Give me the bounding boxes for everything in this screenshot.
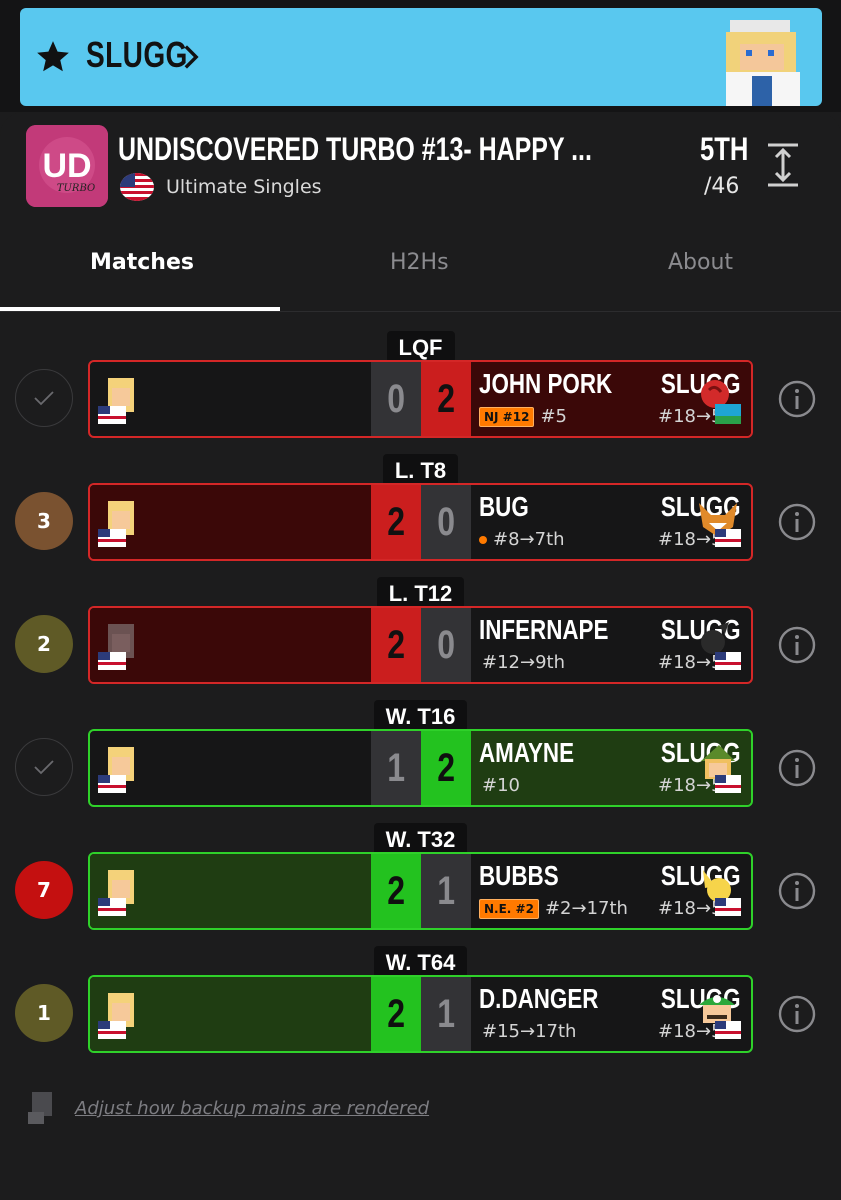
slugg-character-icon [98,870,134,916]
tab-bar: Matches H2Hs About [0,236,841,312]
check-icon [34,391,54,406]
match-card[interactable]: SLUGG #18→5th 0 2 JOHN PORK NJ #12 #5 [88,360,753,438]
right-player-name: AMAYNE [479,737,575,768]
round-label: LQF [386,331,455,363]
right-player-name: BUBBS [479,860,559,891]
upset-indicator: 3 [15,492,73,550]
region-tag: N.E. #2 [479,898,539,919]
left-score: 2 [371,854,421,928]
round-label: W. T64 [373,946,468,978]
info-icon[interactable] [777,625,817,665]
right-score: 2 [421,731,471,805]
left-score: 1 [371,731,421,805]
expand-icon[interactable] [764,142,802,188]
right-score: 2 [421,362,471,436]
backup-main-icon [28,1092,52,1124]
right-player-seed: #12→9th [482,652,565,673]
round-label: W. T16 [373,700,468,732]
region-tag: NJ #12 [479,406,535,427]
tab-matches[interactable]: Matches [90,250,194,275]
round-label: W. T32 [373,823,468,855]
info-icon[interactable] [777,379,817,419]
slugg-character-icon [98,378,134,424]
check-indicator [15,369,73,427]
match-card[interactable]: SLUGG #18→5th 1 2 AMAYNE #10 [88,729,753,807]
slugg-character-icon [98,993,134,1039]
right-score: 1 [421,854,471,928]
entrant-total: /46 [704,174,740,199]
pikachu-character-icon [703,870,741,916]
event-logo-text: UD [42,147,91,185]
left-score: 2 [371,485,421,559]
match-card[interactable]: SLUGG #18→5th 2 0 BUG #8→7th [88,483,753,561]
luigi-character-icon [699,995,741,1039]
right-player-seed: N.E. #2 #2→17th [479,898,628,919]
backup-mains-settings-link[interactable]: Adjust how backup mains are rendered [75,1098,429,1119]
right-player-name: D.DANGER [479,983,599,1014]
match-row[interactable]: W. T32 7 SLUGG #18→5th 2 1 BUBBS N.E. #2… [0,823,841,930]
right-player-seed: #8→7th [479,529,565,550]
match-card[interactable]: SLUGG #18→5th 2 1 D.DANGER #15→17th [88,975,753,1053]
status-dot [479,535,487,544]
right-player-name: INFERNAPE [479,614,609,645]
right-score: 1 [421,977,471,1051]
upset-indicator: 2 [15,615,73,673]
right-score: 0 [421,485,471,559]
match-row[interactable]: L. T12 2 SLUGG #18→5th 2 0 INFERNAPE #12… [0,577,841,684]
event-title[interactable]: UNDISCOVERED TURBO #13- HAPPY ... [118,131,592,168]
match-row[interactable]: W. T16 SLUGG #18→5th 1 2 AMAYNE #10 [0,700,841,807]
left-score: 0 [371,362,421,436]
link-character-icon [701,745,741,793]
round-label: L. T12 [376,577,465,609]
event-logo: UD TURBO [26,125,108,207]
match-row[interactable]: W. T64 1 SLUGG #18→5th 2 1 D.DANGER #15→… [0,946,841,1053]
check-indicator [15,738,73,796]
left-score: 2 [371,608,421,682]
match-card[interactable]: SLUGG #18→5th 2 0 INFERNAPE #12→9th [88,606,753,684]
placement: 5TH [700,131,749,167]
info-icon[interactable] [777,871,817,911]
mr-game-and-watch-character-icon [701,622,741,670]
slugg-character-icon [98,747,134,793]
right-player-seed: #15→17th [482,1021,577,1042]
player-avatar [726,20,800,106]
round-label: L. T8 [382,454,459,486]
right-player-name: BUG [479,491,529,522]
slugg-backup-character-icon [98,624,134,670]
player-banner[interactable]: SLUGG [20,8,822,106]
banner-player-name: SLUGG [86,34,188,75]
john-pork-character-icon [701,380,741,424]
match-row[interactable]: LQF SLUGG #18→5th 0 2 JOHN PORK NJ #12 #5 [0,331,841,438]
slugg-character-icon [98,501,134,547]
tab-about[interactable]: About [668,250,733,275]
star-icon [37,41,69,72]
right-player-seed: NJ #12 #5 [479,406,567,427]
info-icon[interactable] [777,748,817,788]
us-flag-icon [120,173,154,201]
event-game: Ultimate Singles [166,176,322,198]
left-score: 2 [371,977,421,1051]
info-icon[interactable] [777,994,817,1034]
tab-divider [0,311,841,312]
tab-h2hs[interactable]: H2Hs [390,250,449,275]
check-icon [34,760,54,775]
chevron-right-icon [184,45,199,69]
match-card[interactable]: SLUGG #18→5th 2 1 BUBBS N.E. #2 #2→17th [88,852,753,930]
info-icon[interactable] [777,502,817,542]
event-logo-sub: TURBO [57,183,95,194]
right-player-seed: #10 [482,775,520,796]
match-row[interactable]: L. T8 3 SLUGG #18→5th 2 0 BUG #8→7th [0,454,841,561]
right-player-name: JOHN PORK [479,368,613,399]
fox-character-icon [699,503,741,547]
upset-indicator: 7 [15,861,73,919]
right-score: 0 [421,608,471,682]
upset-indicator: 1 [15,984,73,1042]
